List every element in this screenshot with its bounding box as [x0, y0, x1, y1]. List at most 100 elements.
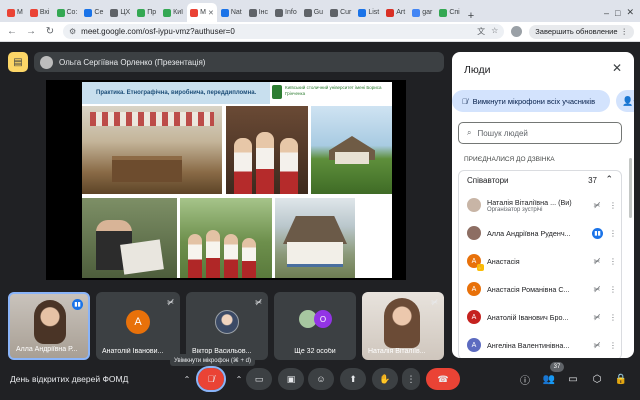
captions-button[interactable]: ▣	[278, 368, 304, 390]
more-vert-icon[interactable]: ⋮	[609, 257, 617, 266]
address-bar[interactable]: ⚙ meet.google.com/osf-iypu-vmz?authuser=…	[63, 24, 505, 39]
others-tile[interactable]: O Ще 32 особи	[274, 292, 356, 360]
close-icon[interactable]: ✕	[612, 61, 622, 75]
new-tab-icon[interactable]: +	[464, 10, 478, 22]
activities-icon[interactable]: ⬡	[588, 370, 606, 388]
browser-tab[interactable]: Nat	[218, 3, 245, 22]
browser-tab[interactable]: M ✕	[187, 3, 217, 22]
minimize-icon[interactable]: –	[604, 8, 609, 18]
participant-row[interactable]: А Анатолій Іванович Бро... ✂̸ ⋮	[467, 305, 617, 329]
participant-name: Анастасія	[487, 256, 520, 266]
more-vert-icon[interactable]: ⋮	[609, 229, 617, 238]
participant-text: Анастасія	[487, 257, 585, 266]
participant-tile[interactable]: ✂̸ Наталія Віталіїв...	[362, 292, 444, 360]
browser-tab[interactable]: Спі	[436, 3, 462, 22]
translate-icon[interactable]: 文	[477, 26, 485, 37]
browser-tab[interactable]: Art	[383, 3, 408, 22]
browser-tab[interactable]: ЦХ	[107, 3, 133, 22]
mic-off-icon[interactable]: ✂̸	[591, 285, 603, 294]
close-window-icon[interactable]: ✕	[626, 7, 634, 18]
browser-tab[interactable]: Info	[272, 3, 300, 22]
mute-all-label: Вимкнути мікрофони всіх учасників	[472, 96, 596, 106]
tab-close-icon[interactable]: ✕	[208, 9, 214, 17]
more-vert-icon[interactable]: ⋮	[609, 285, 617, 294]
tab-favicon-icon	[137, 8, 146, 17]
people-panel: Люди ✕ 🎙̸ Вимкнути мікрофони всіх учасни…	[452, 52, 634, 358]
presenter-avatar	[40, 55, 53, 69]
search-people-input[interactable]: ⌕ Пошук людей	[458, 122, 622, 144]
people-icon[interactable]: 👥	[540, 370, 558, 388]
browser-tab[interactable]: Пр	[134, 3, 159, 22]
participant-name: Алла Андріївна Р...	[16, 346, 78, 353]
audio-options-button[interactable]: ⌃	[180, 368, 194, 390]
more-vert-icon[interactable]: ⋮	[609, 341, 617, 350]
present-button[interactable]: ⬆	[340, 368, 366, 390]
group-label[interactable]: Співавтори	[467, 176, 509, 185]
mic-toggle-button[interactable]: 🎙̸	[196, 366, 226, 392]
update-browser-button[interactable]: Завершить обновление ⋮	[529, 24, 634, 39]
tab-favicon-icon	[56, 8, 65, 17]
browser-tab[interactable]: gar	[409, 3, 435, 22]
raise-hand-button[interactable]: ✋	[372, 368, 398, 390]
browser-tab[interactable]: Се	[81, 3, 106, 22]
joined-section-label: ПРИЄДНАЛИСЯ ДО ДЗВІНКА	[464, 156, 555, 163]
browser-tab[interactable]: Киї	[160, 3, 186, 22]
profile-avatar[interactable]	[511, 26, 523, 37]
mic-off-icon[interactable]: ✂̸	[591, 201, 603, 210]
more-vert-icon[interactable]: ⋮	[609, 201, 617, 210]
reactions-button[interactable]: ☺	[308, 368, 334, 390]
tab-label: Се	[94, 9, 104, 16]
slide-photo-interior	[82, 106, 222, 194]
camera-toggle-button[interactable]: ▭	[246, 368, 272, 390]
mic-off-icon[interactable]: ✂̸	[591, 313, 603, 322]
tab-label: Cur	[340, 9, 352, 16]
participant-row[interactable]: А Анастасія Романівна С... ✂̸ ⋮	[467, 277, 617, 301]
browser-tab[interactable]: Інс	[246, 3, 271, 22]
meeting-info-icon[interactable]: ⓘ	[516, 370, 534, 388]
participant-name: Анатолій Іванови...	[102, 348, 164, 355]
browser-tab[interactable]: M	[4, 3, 26, 22]
more-vert-icon[interactable]: ⋮	[609, 313, 617, 322]
site-info-icon[interactable]: ⚙	[69, 27, 76, 36]
panel-scrollbar[interactable]	[629, 158, 632, 218]
participant-avatar: А	[467, 338, 481, 352]
browser-tab[interactable]: List	[355, 3, 382, 22]
add-person-button[interactable]: 👤+	[616, 90, 634, 112]
participant-role: Організатор зустрічі	[487, 206, 543, 213]
participant-tile[interactable]: ✂̸ Віктор Васильов...	[186, 292, 268, 360]
participant-row[interactable]: А Ангеліна Валентинівна... ✂̸ ⋮	[467, 333, 617, 357]
host-controls-icon[interactable]: 🔒	[612, 370, 630, 388]
forward-icon[interactable]: →	[25, 26, 37, 37]
participant-text: Наталія Віталіївна ... (Ви) Організатор з…	[487, 198, 585, 213]
participant-row[interactable]: Наталія Віталіївна ... (Ви) Організатор з…	[467, 193, 617, 217]
participant-video	[384, 298, 420, 348]
mic-off-icon[interactable]: ✂̸	[591, 257, 603, 266]
browser-tab[interactable]: Вхі	[27, 3, 53, 22]
leave-call-button[interactable]: ☎	[426, 368, 460, 390]
video-options-button[interactable]: ⌃	[232, 368, 246, 390]
tab-label: Спі	[449, 9, 460, 16]
browser-tab-bar: M Вхі Co: Се ЦХ Пр Киї M ✕ Nat Інс Info Gu Cur List Art…	[0, 0, 640, 22]
mic-off-icon: ✂̸	[431, 298, 438, 307]
back-icon[interactable]: ←	[6, 26, 18, 37]
more-options-button[interactable]: ⋮	[402, 368, 420, 390]
mic-off-icon[interactable]: ✂̸	[591, 341, 603, 350]
mic-off-icon: ✂̸	[167, 298, 174, 307]
maximize-icon[interactable]: □	[615, 8, 620, 18]
browser-tab[interactable]: Co:	[54, 3, 81, 22]
window-controls: – □ ✕	[604, 3, 640, 22]
chat-icon[interactable]: ▭	[564, 370, 582, 388]
search-placeholder: Пошук людей	[477, 128, 528, 138]
bookmark-star-icon[interactable]: ☆	[491, 26, 498, 37]
browser-tab[interactable]: Cur	[327, 3, 354, 22]
participant-row[interactable]: Алла Андріївна Руденч... ▮▮ ⋮	[467, 221, 617, 245]
participant-name: Ангеліна Валентинівна...	[487, 340, 570, 350]
reload-icon[interactable]: ↻	[44, 26, 56, 37]
chevron-up-icon[interactable]: ⌃	[605, 174, 613, 185]
browser-tab[interactable]: Gu	[301, 3, 326, 22]
mute-all-button[interactable]: 🎙̸ Вимкнути мікрофони всіх учасників	[452, 90, 610, 112]
participant-row[interactable]: А ✋ Анастасія ✂̸ ⋮	[467, 249, 617, 273]
tab-favicon-icon	[190, 8, 199, 17]
participant-tile[interactable]: А ✂̸ Анатолій Іванови...	[96, 292, 180, 360]
participant-tile[interactable]: ▮▮ Алла Андріївна Р...	[8, 292, 90, 360]
